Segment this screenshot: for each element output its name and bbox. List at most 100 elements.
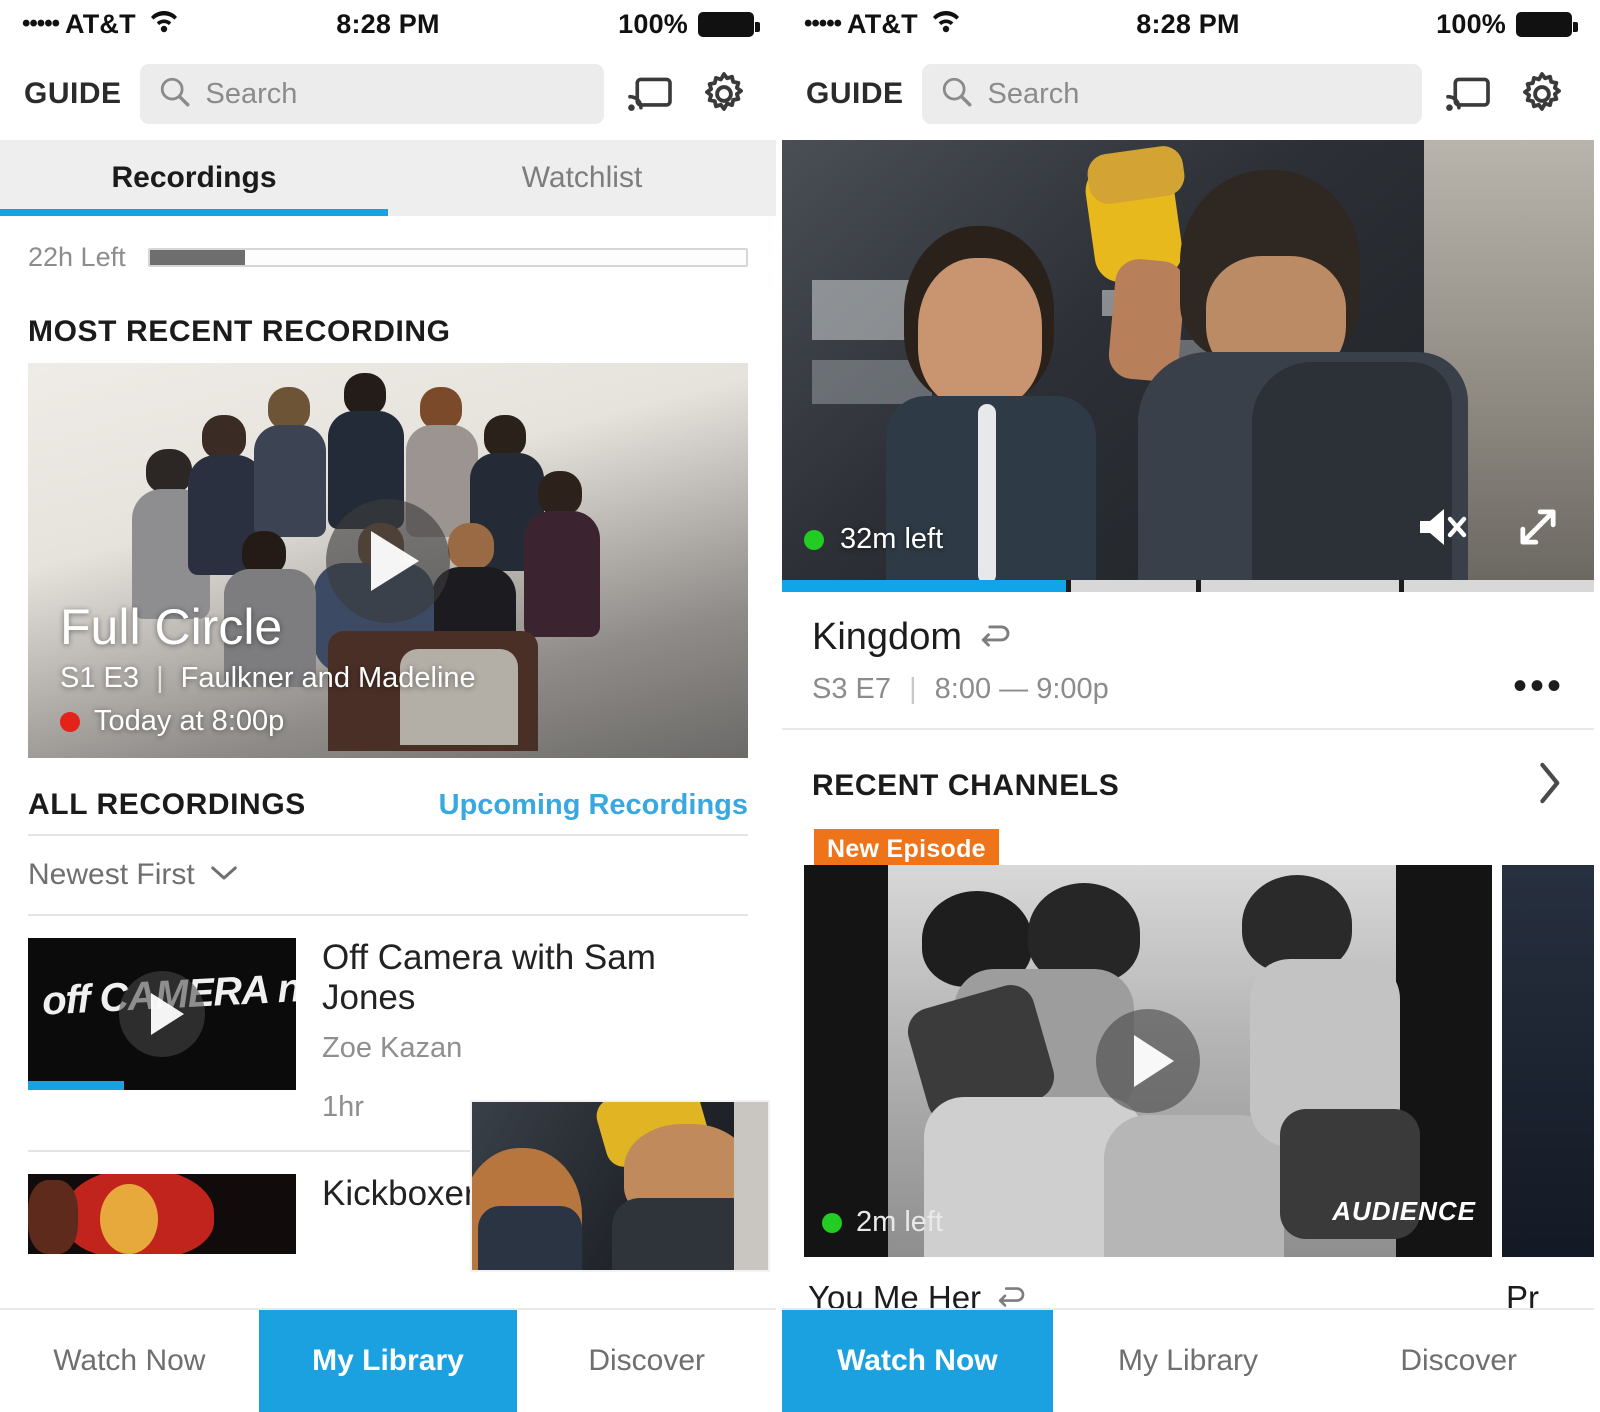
search-icon (940, 75, 974, 114)
recent-channels-rail[interactable]: New Episode AUDIENCE 2m left You Me Her … (782, 829, 1594, 1317)
card-time-remaining: 2m left (822, 1206, 943, 1239)
battery-icon (1516, 11, 1578, 37)
player-controls (1414, 501, 1564, 558)
most-recent-recording-card[interactable]: Full Circle S1 E3 | Faulkner and Madelin… (28, 363, 748, 758)
recording-guest: Zoe Kazan (322, 1031, 463, 1064)
tab-recordings[interactable]: Recordings (0, 140, 388, 216)
recent-channels-header[interactable]: RECENT CHANNELS (782, 730, 1594, 829)
nav-watch-now[interactable]: Watch Now (782, 1310, 1053, 1412)
tab-watchlist-label: Watchlist (521, 161, 643, 194)
channel-card-image[interactable] (1502, 865, 1594, 1257)
chevron-right-icon[interactable] (1534, 760, 1564, 811)
search-placeholder: Search (987, 77, 1080, 110)
series-loop-icon (978, 616, 1012, 659)
hero-episode-number: S1 E3 (60, 662, 139, 694)
status-bar: ••••• AT&T 8:28 PM 100% (0, 0, 776, 48)
player-time-left-label: 32m left (840, 523, 944, 555)
library-tabs: Recordings Watchlist (0, 140, 776, 216)
expand-icon[interactable] (1512, 501, 1564, 558)
seek-bar[interactable] (782, 580, 1594, 592)
channel-card[interactable]: Pr (1502, 865, 1594, 1317)
search-placeholder: Search (205, 77, 298, 110)
recording-info: Off Camera with Sam Jones Zoe Kazan 1hr (322, 938, 748, 1124)
nav-my-library[interactable]: My Library (258, 1310, 518, 1412)
search-input[interactable]: Search (139, 64, 604, 124)
nav-watch-now[interactable]: Watch Now (0, 1310, 259, 1412)
channel-card[interactable]: New Episode AUDIENCE 2m left You Me Her (804, 829, 1492, 1317)
guide-button[interactable]: GUIDE (806, 77, 904, 111)
most-recent-heading: MOST RECENT RECORDING (28, 315, 451, 348)
player-time-remaining: 32m left (804, 523, 943, 556)
play-icon[interactable] (1096, 1009, 1200, 1113)
play-icon[interactable] (119, 971, 205, 1057)
seek-tick (1399, 580, 1405, 592)
seek-tick (1066, 580, 1072, 592)
live-dot-icon (822, 1212, 842, 1233)
recording-thumbnail[interactable] (28, 1173, 296, 1254)
hero-separator: | (156, 662, 164, 694)
battery-percent: 100% (1436, 8, 1506, 39)
recent-channels-heading: RECENT CHANNELS (812, 768, 1120, 802)
app-header-bar: GUIDE Search (782, 48, 1594, 140)
bottom-navigation: Watch Now My Library Discover (782, 1308, 1594, 1412)
gear-icon[interactable] (1514, 66, 1570, 122)
hero-episode-line: S1 E3 | Faulkner and Madeline (60, 662, 476, 695)
hero-episode-title: Faulkner and Madeline (180, 662, 476, 694)
all-recordings-heading: ALL RECORDINGS (28, 788, 306, 821)
storage-label: 22h Left (28, 242, 126, 272)
recording-thumbnail[interactable]: off CAMERA no. (28, 938, 296, 1090)
storage-fill (149, 250, 245, 265)
live-dot-icon (804, 529, 824, 550)
video-player[interactable]: 32m left (782, 140, 1594, 592)
nav-my-library[interactable]: My Library (1053, 1310, 1324, 1412)
channel-card-image[interactable]: AUDIENCE 2m left (804, 865, 1492, 1257)
upcoming-recordings-link[interactable]: Upcoming Recordings (439, 789, 748, 822)
nav-my-library-label: My Library (312, 1344, 464, 1377)
watch-progress-bar (28, 1081, 125, 1090)
bottom-navigation: Watch Now My Library Discover (0, 1308, 776, 1412)
nav-discover[interactable]: Discover (1323, 1310, 1594, 1412)
hero-airtime-row: Today at 8:00p (60, 705, 476, 738)
search-input[interactable]: Search (921, 64, 1422, 124)
hero-metadata: Full Circle S1 E3 | Faulkner and Madelin… (60, 600, 476, 738)
tab-watchlist[interactable]: Watchlist (388, 140, 776, 216)
guide-button[interactable]: GUIDE (24, 77, 122, 111)
hero-airtime: Today at 8:00p (94, 705, 285, 737)
tab-recordings-label: Recordings (111, 161, 277, 194)
sort-control[interactable]: Newest First (0, 836, 776, 914)
hero-title: Full Circle (60, 599, 283, 655)
battery-percent: 100% (618, 8, 688, 39)
cast-icon[interactable] (622, 66, 678, 122)
now-playing-title-row: Kingdom (812, 616, 1564, 659)
sort-label: Newest First (28, 858, 195, 891)
wifi-icon (932, 9, 960, 40)
floating-preview-thumbnail (470, 1100, 770, 1272)
right-phone-screen: ••••• AT&T 8:28 PM 100% GUIDE Search 32m… (782, 0, 1594, 1412)
dual-screenshot-container: ••••• AT&T 8:28 PM 100% GUIDE Search Rec… (0, 0, 1600, 1412)
nav-discover-label: Discover (588, 1344, 706, 1377)
now-playing-block[interactable]: Kingdom S3 E7 | 8:00 — 9:00p ••• (782, 592, 1594, 730)
app-header-bar: GUIDE Search (0, 48, 776, 140)
gear-icon[interactable] (696, 66, 752, 122)
now-playing-title: Kingdom (812, 616, 962, 658)
carrier-label: AT&T (847, 8, 918, 39)
now-playing-subtitle: S3 E7 | 8:00 — 9:00p (812, 673, 1564, 706)
nav-discover-label: Discover (1400, 1344, 1518, 1377)
more-dots-icon[interactable]: ••• (1513, 666, 1564, 706)
storage-meter: 22h Left (0, 216, 776, 283)
wifi-icon (150, 9, 178, 40)
status-bar: ••••• AT&T 8:28 PM 100% (782, 0, 1594, 48)
search-icon (158, 75, 192, 114)
speaker-mute-icon[interactable] (1414, 503, 1470, 556)
seek-tick (1196, 580, 1202, 592)
all-recordings-header: ALL RECORDINGS Upcoming Recordings (0, 758, 776, 834)
nav-discover[interactable]: Discover (517, 1310, 776, 1412)
now-playing-separator: | (909, 673, 917, 705)
nav-watch-now-label: Watch Now (837, 1344, 998, 1377)
network-logo: AUDIENCE (1332, 1196, 1476, 1226)
recording-title: Off Camera with Sam Jones (322, 938, 656, 1017)
cast-icon[interactable] (1440, 66, 1496, 122)
nav-my-library-label: My Library (1117, 1344, 1259, 1377)
storage-track (147, 248, 748, 267)
carrier-label: AT&T (65, 8, 136, 39)
